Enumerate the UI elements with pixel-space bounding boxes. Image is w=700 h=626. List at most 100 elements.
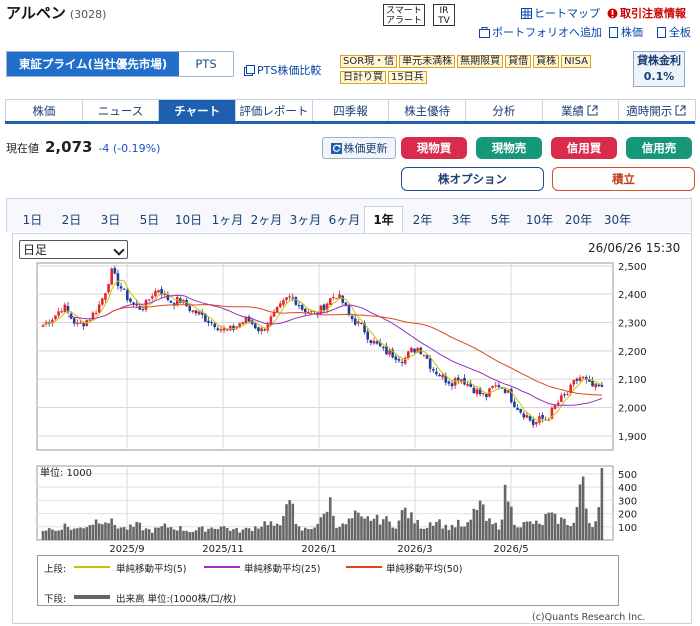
- candle-body: [76, 322, 79, 325]
- ma5-swatch: [74, 566, 110, 568]
- candle-body: [541, 414, 544, 419]
- volume-bar: [91, 524, 95, 540]
- candle-body: [525, 415, 529, 418]
- candle-body: [188, 305, 192, 311]
- volume-bar: [200, 526, 204, 540]
- volume-bar: [188, 532, 192, 540]
- candle-body: [232, 325, 235, 330]
- candle-body: [428, 358, 432, 369]
- volume-bar: [594, 521, 597, 540]
- candle-body: [431, 369, 435, 371]
- volume-bar: [116, 528, 120, 540]
- volume-bar: [310, 529, 313, 540]
- volume-bar: [535, 520, 538, 540]
- volume-bar: [194, 530, 198, 540]
- candle-body: [191, 310, 195, 312]
- candle-body: [453, 378, 457, 386]
- volume-bar: [244, 527, 248, 540]
- price-tick-label: 2,500: [618, 262, 647, 273]
- volume-bar: [578, 484, 582, 540]
- volume-bar: [469, 519, 473, 540]
- volume-bar: [119, 527, 123, 540]
- volume-bar: [76, 528, 79, 540]
- volume-bar: [388, 521, 391, 540]
- candle-body: [341, 295, 345, 303]
- legend-ma50: 単純移動平均(50): [386, 564, 463, 575]
- volume-bar: [360, 516, 363, 540]
- candle-body: [591, 380, 594, 387]
- price-tick-label: 2,100: [618, 375, 647, 386]
- volume-bar: [407, 518, 410, 540]
- volume-bar: [572, 522, 576, 540]
- volume-bar: [472, 508, 476, 540]
- volume-bar: [285, 504, 288, 540]
- candle-body: [397, 359, 401, 361]
- volume-bar: [488, 518, 491, 540]
- candle-body: [485, 393, 488, 398]
- volume-bar: [366, 516, 370, 540]
- candle-body: [60, 311, 64, 313]
- candle-body: [94, 313, 98, 315]
- candle-body: [282, 300, 285, 305]
- volume-unit-label: 単位: 1000: [40, 466, 92, 479]
- ma50-swatch: [346, 566, 382, 568]
- volume-bar: [57, 530, 60, 540]
- volume-swatch: [74, 595, 110, 599]
- candle-body: [413, 348, 416, 353]
- candle-body: [154, 290, 157, 297]
- volume-bar: [147, 529, 151, 540]
- volume-bar: [185, 530, 188, 540]
- candle-body: [531, 419, 535, 425]
- candle-body: [422, 354, 426, 356]
- volume-bar: [481, 504, 485, 540]
- volume-bar: [110, 518, 113, 540]
- candle-body: [225, 329, 229, 331]
- volume-bar: [382, 519, 385, 540]
- volume-bar: [288, 500, 291, 540]
- candle-body: [335, 298, 338, 300]
- copyright: (c)Quants Research Inc.: [532, 612, 646, 623]
- volume-bar: [510, 506, 513, 540]
- candle-body: [79, 322, 82, 324]
- volume-bar: [600, 467, 604, 540]
- candle-body: [129, 298, 132, 302]
- volume-bar: [182, 530, 185, 540]
- candle-body: [535, 422, 538, 425]
- candle-body: [294, 297, 298, 305]
- price-plot-area: [36, 262, 614, 451]
- volume-bar: [260, 526, 263, 540]
- volume-bar: [419, 528, 423, 540]
- volume-tick-label: 500: [618, 470, 637, 481]
- candle-body: [594, 383, 597, 388]
- volume-bar: [447, 529, 451, 540]
- chart-legend: 上段: 単純移動平均(5) 単純移動平均(25) 単純移動平均(50) 下段: …: [37, 555, 619, 606]
- volume-bar: [129, 524, 132, 540]
- volume-bar: [179, 526, 182, 540]
- volume-bar: [575, 507, 579, 540]
- candle-body: [456, 377, 460, 381]
- price-tick-label: 1,900: [618, 432, 647, 443]
- volume-bar: [135, 521, 138, 540]
- candle-body: [494, 385, 498, 387]
- candle-body: [597, 384, 601, 387]
- volume-bar: [300, 530, 304, 540]
- candle-body: [372, 340, 376, 344]
- candle-body: [566, 393, 569, 395]
- volume-bar: [475, 510, 479, 540]
- candle-body: [563, 394, 566, 396]
- volume-bar: [219, 526, 223, 540]
- volume-bar: [410, 512, 413, 540]
- candle-body: [72, 318, 76, 324]
- volume-bar: [63, 523, 67, 540]
- candle-body: [126, 290, 129, 300]
- volume-bar: [47, 528, 51, 540]
- price-tick-label: 2,200: [618, 347, 647, 358]
- volume-bar: [275, 523, 279, 540]
- volume-bar: [122, 527, 126, 540]
- candle-body: [116, 273, 120, 286]
- volume-bar: [160, 526, 163, 540]
- volume-bar: [466, 522, 469, 540]
- candle-body: [350, 315, 354, 320]
- candle-body: [57, 311, 60, 316]
- volume-bar: [372, 518, 376, 540]
